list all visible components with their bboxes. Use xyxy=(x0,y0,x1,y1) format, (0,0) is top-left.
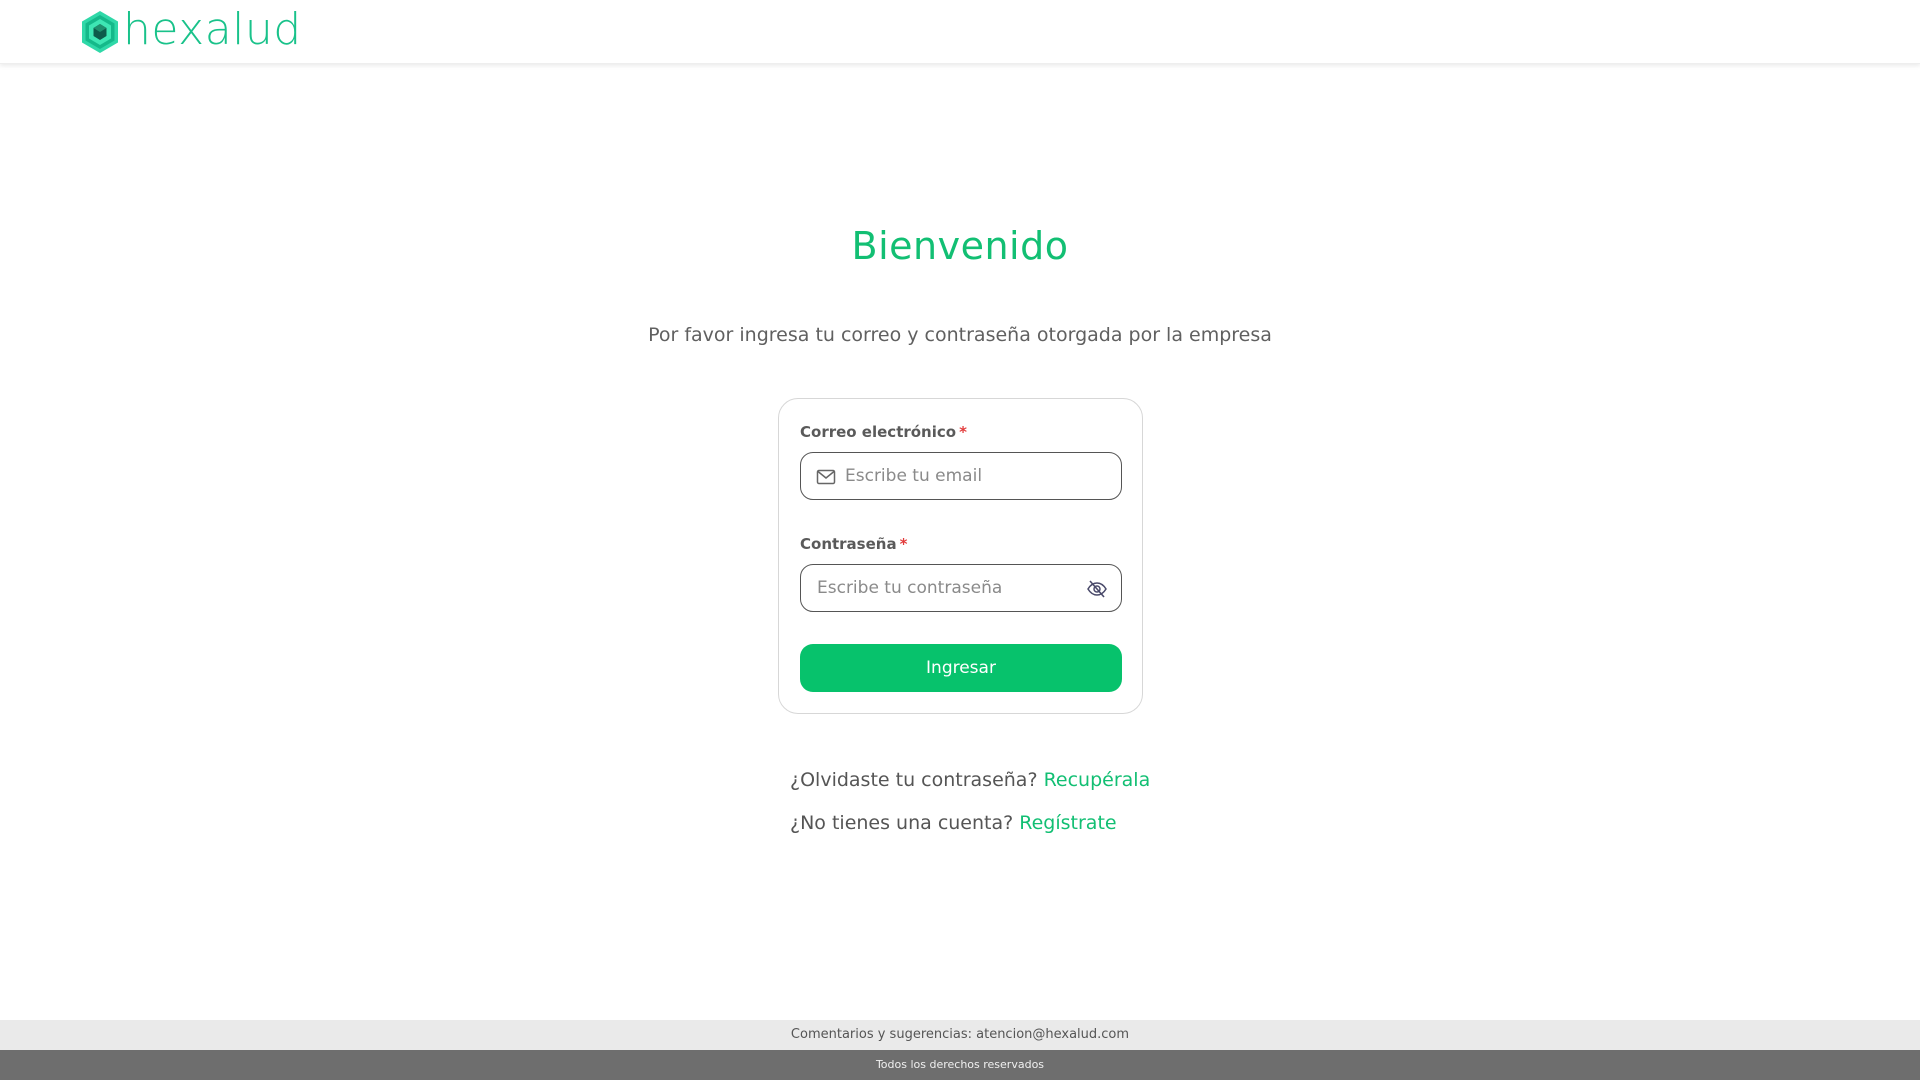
brand-logo[interactable]: hexalud xyxy=(80,4,302,55)
page-subtitle: Por favor ingresa tu correo y contraseña… xyxy=(648,324,1272,346)
register-link[interactable]: Regístrate xyxy=(1019,812,1116,834)
password-field-wrapper xyxy=(800,564,1122,612)
feedback-footer: Comentarios y sugerencias: atencion@hexa… xyxy=(0,1020,1920,1050)
recover-password-link[interactable]: Recupérala xyxy=(1044,769,1151,791)
password-required-mark: * xyxy=(899,535,908,553)
register-line: ¿No tienes una cuenta? Regístrate xyxy=(790,812,1117,834)
rights-text: Todos los derechos reservados xyxy=(875,1058,1045,1071)
page-title: Bienvenido xyxy=(851,224,1069,268)
register-prompt: ¿No tienes una cuenta? xyxy=(790,812,1014,834)
password-input[interactable] xyxy=(815,565,1073,611)
brand-name: hexalud xyxy=(123,4,302,55)
forgot-password-line: ¿Olvidaste tu contraseña? Recupérala xyxy=(790,769,1150,791)
feedback-text: Comentarios y sugerencias: atencion@hexa… xyxy=(790,1027,1130,1042)
top-header: hexalud xyxy=(0,0,1920,64)
password-label: Contraseña * xyxy=(800,535,907,553)
copyright-footer: Todos los derechos reservados xyxy=(0,1050,1920,1080)
password-label-text: Contraseña xyxy=(800,535,897,553)
forgot-password-prompt: ¿Olvidaste tu contraseña? xyxy=(790,769,1038,791)
email-required-mark: * xyxy=(959,423,967,441)
eye-off-icon[interactable] xyxy=(1086,578,1108,600)
email-input[interactable] xyxy=(843,453,1107,499)
email-label-text: Correo electrónico xyxy=(800,423,957,441)
email-field-wrapper xyxy=(800,452,1122,500)
email-label: Correo electrónico * xyxy=(800,423,967,441)
hexagon-logo-icon xyxy=(82,11,118,53)
login-submit-button[interactable]: Ingresar xyxy=(800,644,1122,692)
login-form-card: Correo electrónico* Contraseña* Ingresar xyxy=(778,398,1143,714)
envelope-icon xyxy=(816,469,836,485)
